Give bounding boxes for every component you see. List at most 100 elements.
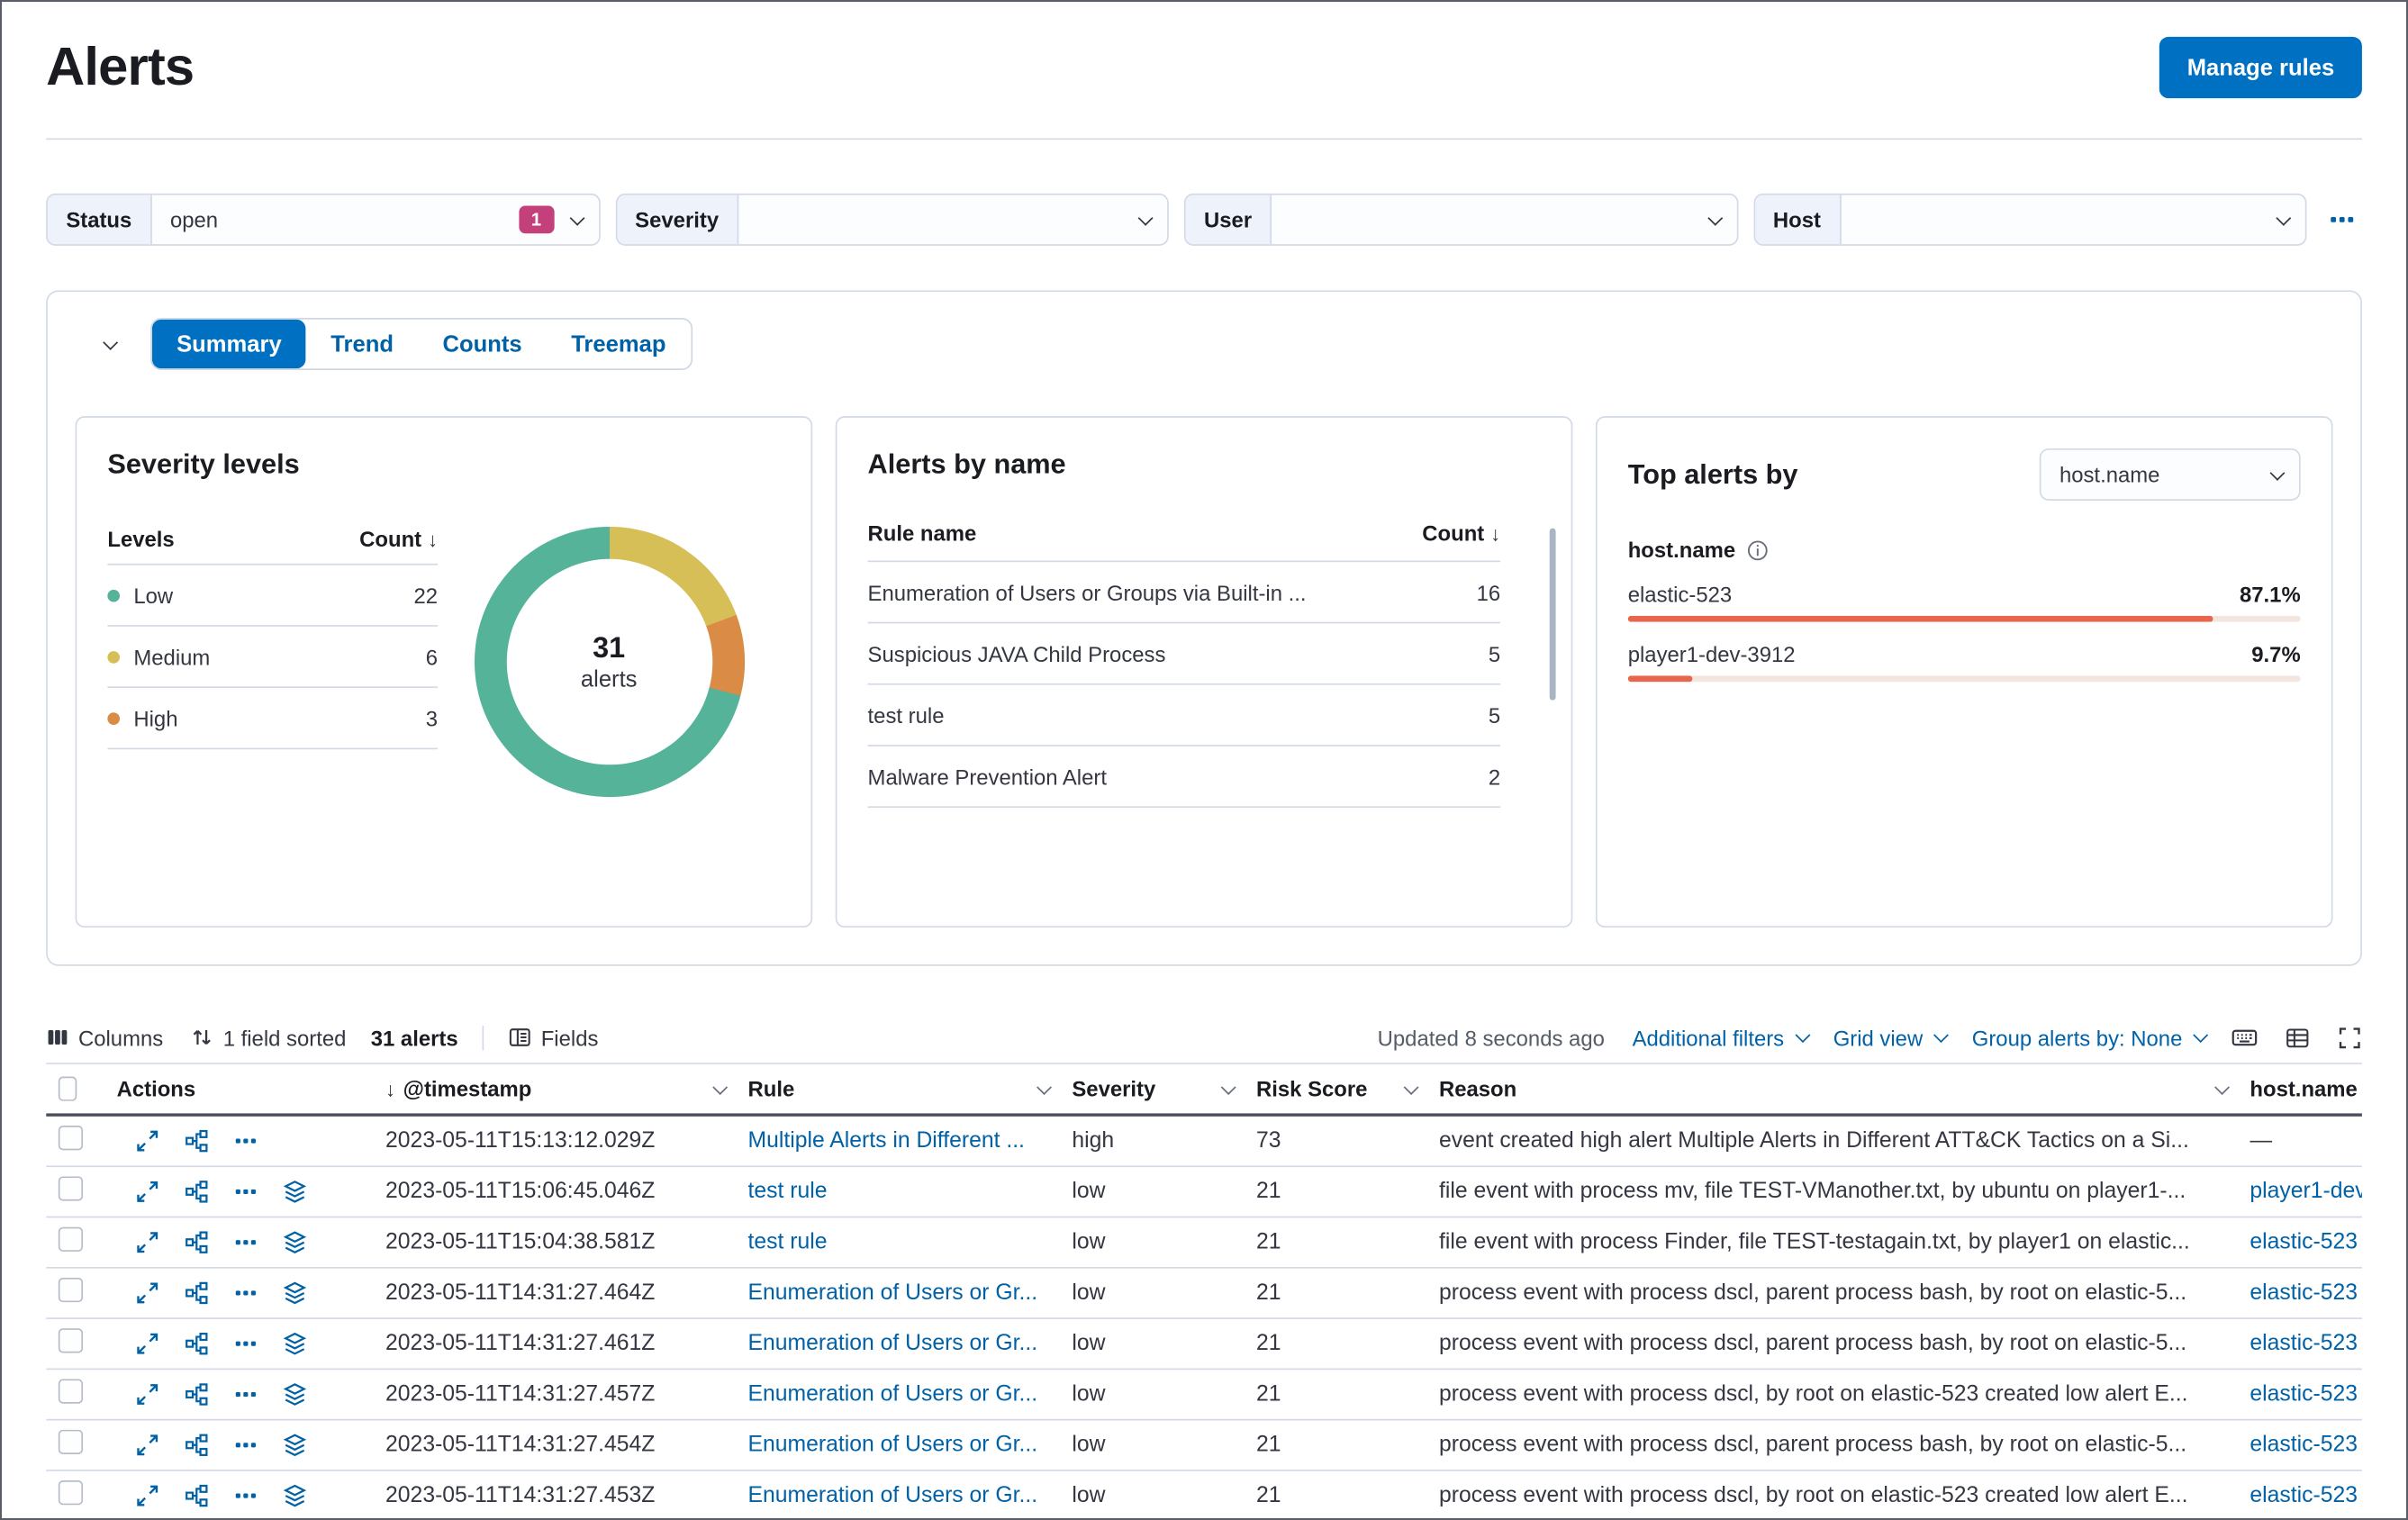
- analyze-event-icon[interactable]: [185, 1180, 209, 1204]
- rule-name-column-header[interactable]: Rule name: [868, 520, 977, 545]
- more-actions-icon[interactable]: [233, 1230, 258, 1254]
- analyze-event-icon[interactable]: [185, 1332, 209, 1356]
- row-checkbox[interactable]: [58, 1429, 84, 1455]
- status-filter[interactable]: Status open 1: [46, 193, 600, 246]
- levels-column-header[interactable]: Levels: [107, 527, 174, 551]
- expand-alert-icon[interactable]: [135, 1180, 159, 1204]
- alerts-by-name-card: Alerts by name Rule name Count ↓ Enumera…: [835, 416, 1573, 928]
- chevron-down-icon[interactable]: [712, 1079, 729, 1095]
- display-options-icon[interactable]: [2286, 1025, 2310, 1049]
- chevron-down-icon[interactable]: [2214, 1079, 2231, 1095]
- investigate-in-timeline-icon[interactable]: [283, 1230, 307, 1254]
- more-actions-icon[interactable]: [233, 1382, 258, 1407]
- host-link[interactable]: elastic-523: [2250, 1382, 2361, 1407]
- top-alerts-field-select[interactable]: host.name: [2039, 448, 2301, 501]
- investigate-in-timeline-icon[interactable]: [283, 1332, 307, 1356]
- rule-link[interactable]: test rule: [748, 1180, 1073, 1204]
- analyze-event-icon[interactable]: [185, 1433, 209, 1457]
- investigate-in-timeline-icon[interactable]: [283, 1382, 307, 1407]
- rule-link[interactable]: Multiple Alerts in Different ...: [748, 1128, 1073, 1153]
- more-filters-icon[interactable]: [2322, 206, 2362, 234]
- analyze-event-icon[interactable]: [185, 1230, 209, 1254]
- more-actions-icon[interactable]: [233, 1433, 258, 1457]
- columns-button[interactable]: Columns: [46, 1025, 163, 1050]
- host-link[interactable]: elastic-523: [2250, 1230, 2361, 1254]
- tab-treemap[interactable]: Treemap: [547, 320, 691, 369]
- info-icon[interactable]: [1746, 538, 1770, 562]
- row-checkbox[interactable]: [58, 1226, 84, 1252]
- rule-link[interactable]: Enumeration of Users or Gr...: [748, 1280, 1073, 1305]
- tab-summary[interactable]: Summary: [151, 319, 307, 369]
- expand-alert-icon[interactable]: [135, 1332, 159, 1356]
- more-actions-icon[interactable]: [233, 1128, 258, 1153]
- host-link[interactable]: elastic-523: [2250, 1483, 2361, 1507]
- investigate-in-timeline-icon[interactable]: [283, 1180, 307, 1204]
- severity-level-label: Medium: [133, 644, 211, 669]
- column-header-host-name[interactable]: host.name: [2250, 1076, 2361, 1100]
- investigate-in-timeline-icon[interactable]: [283, 1433, 307, 1457]
- expand-alert-icon[interactable]: [135, 1128, 159, 1153]
- more-actions-icon[interactable]: [233, 1483, 258, 1507]
- expand-alert-icon[interactable]: [135, 1280, 159, 1305]
- row-checkbox[interactable]: [58, 1126, 84, 1151]
- more-actions-icon[interactable]: [233, 1180, 258, 1204]
- column-header-severity[interactable]: Severity: [1072, 1076, 1256, 1101]
- chevron-down-icon[interactable]: [1037, 1079, 1052, 1095]
- expand-alert-icon[interactable]: [135, 1382, 159, 1407]
- investigate-in-timeline-icon[interactable]: [283, 1280, 307, 1305]
- more-actions-icon[interactable]: [233, 1332, 258, 1356]
- grid-view-button[interactable]: Grid view: [1833, 1025, 1949, 1050]
- tab-trend[interactable]: Trend: [306, 320, 418, 369]
- user-filter[interactable]: User: [1183, 193, 1738, 246]
- row-checkbox[interactable]: [58, 1480, 84, 1506]
- scrollbar-thumb[interactable]: [1549, 528, 1556, 701]
- host-link[interactable]: elastic-523: [2250, 1433, 2361, 1457]
- rule-link[interactable]: test rule: [748, 1230, 1073, 1254]
- analyze-event-icon[interactable]: [185, 1382, 209, 1407]
- rule-link[interactable]: Enumeration of Users or Gr...: [748, 1433, 1073, 1457]
- host-filter[interactable]: Host: [1752, 193, 2307, 246]
- rule-count: 2: [1488, 764, 1501, 789]
- tab-counts[interactable]: Counts: [418, 320, 547, 369]
- top-alerts-card: Top alerts by host.name host.name elasti…: [1595, 416, 2333, 928]
- manage-rules-button[interactable]: Manage rules: [2159, 36, 2362, 99]
- count-column-header[interactable]: Count ↓: [1422, 520, 1500, 545]
- analyze-event-icon[interactable]: [185, 1128, 209, 1153]
- collapse-charts-icon[interactable]: [89, 326, 126, 363]
- rule-link[interactable]: Enumeration of Users or Gr...: [748, 1332, 1073, 1356]
- severity-level-row: Medium 6: [107, 627, 439, 689]
- expand-alert-icon[interactable]: [135, 1433, 159, 1457]
- count-column-header[interactable]: Count ↓: [359, 527, 438, 551]
- select-all-checkbox[interactable]: [58, 1076, 77, 1101]
- host-link[interactable]: elastic-523: [2250, 1280, 2361, 1305]
- reason-cell: process event with process dscl, parent …: [1438, 1433, 2187, 1458]
- expand-alert-icon[interactable]: [135, 1230, 159, 1254]
- row-checkbox[interactable]: [58, 1176, 84, 1201]
- sorted-fields-button[interactable]: 1 field sorted: [191, 1025, 346, 1050]
- chevron-down-icon[interactable]: [1403, 1079, 1419, 1095]
- column-header-rule[interactable]: Rule: [748, 1076, 1073, 1101]
- column-header-risk-score[interactable]: Risk Score: [1256, 1076, 1439, 1101]
- host-link[interactable]: elastic-523: [2250, 1332, 2361, 1356]
- host-link[interactable]: player1-dev-3912: [2250, 1180, 2361, 1204]
- more-actions-icon[interactable]: [233, 1280, 258, 1305]
- column-header-reason[interactable]: Reason: [1439, 1076, 2250, 1101]
- row-checkbox[interactable]: [58, 1277, 84, 1303]
- rule-link[interactable]: Enumeration of Users or Gr...: [748, 1382, 1073, 1407]
- additional-filters-button[interactable]: Additional filters: [1633, 1025, 1810, 1050]
- column-header-timestamp[interactable]: ↓ @timestamp: [385, 1076, 747, 1101]
- row-checkbox[interactable]: [58, 1328, 84, 1353]
- fullscreen-icon[interactable]: [2338, 1025, 2362, 1049]
- rule-link[interactable]: Enumeration of Users or Gr...: [748, 1483, 1073, 1507]
- investigate-in-timeline-icon[interactable]: [283, 1483, 307, 1507]
- row-checkbox[interactable]: [58, 1379, 84, 1404]
- analyze-event-icon[interactable]: [185, 1280, 209, 1305]
- host-link[interactable]: —: [2250, 1128, 2361, 1153]
- analyze-event-icon[interactable]: [185, 1483, 209, 1507]
- fields-button[interactable]: Fields: [509, 1025, 598, 1050]
- expand-alert-icon[interactable]: [135, 1483, 159, 1507]
- chevron-down-icon[interactable]: [1220, 1079, 1236, 1095]
- keyboard-shortcuts-icon[interactable]: [2231, 1025, 2258, 1051]
- group-alerts-by-button[interactable]: Group alerts by: None: [1972, 1025, 2209, 1050]
- severity-filter[interactable]: Severity: [615, 193, 1169, 246]
